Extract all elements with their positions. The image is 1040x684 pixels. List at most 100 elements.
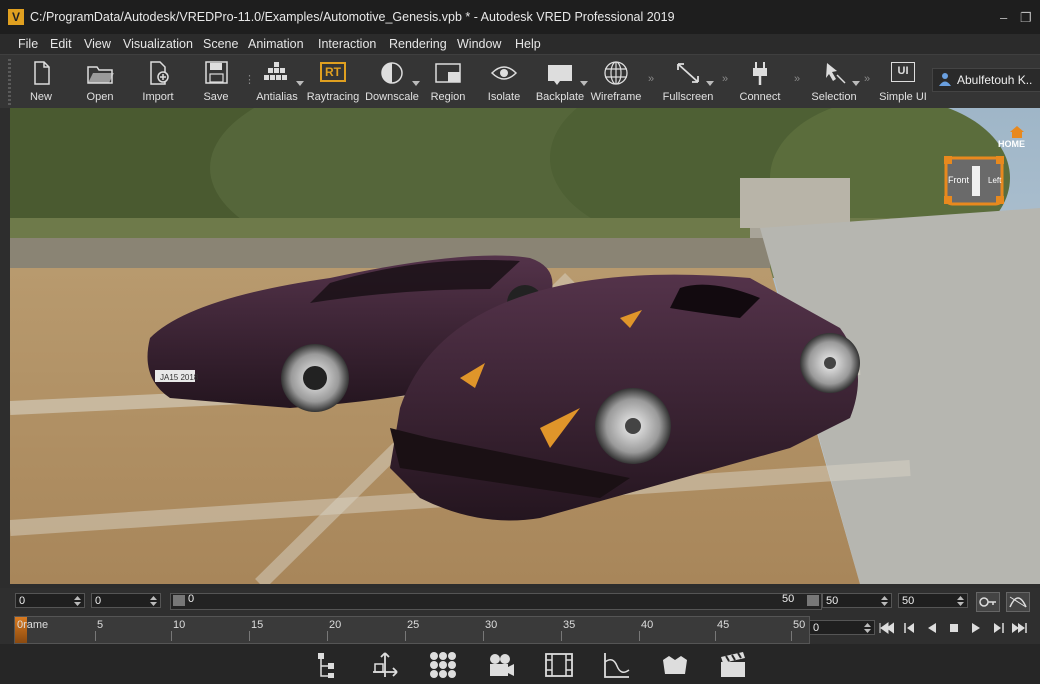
backplate-label: Backplate (535, 91, 585, 103)
viewcube-home-button[interactable]: HOME (998, 126, 1038, 152)
menu-interaction[interactable]: Interaction (318, 37, 376, 51)
simple-ui-label: Simple UI (879, 91, 927, 103)
play-reverse-icon[interactable] (924, 622, 940, 634)
title-bar: V C:/ProgramData/Autodesk/VREDPro-11.0/E… (0, 0, 1040, 34)
scenegraph-icon[interactable] (312, 650, 342, 680)
slider-end-value: 50 (782, 593, 795, 605)
spin-arrows-icon[interactable] (150, 596, 157, 606)
open-button[interactable]: Open (78, 55, 122, 108)
ruler-tick (405, 631, 406, 641)
spin-arrows-icon[interactable] (74, 596, 81, 606)
slider-end-handle[interactable] (807, 595, 819, 606)
backplate-dropdown-icon[interactable] (580, 81, 588, 86)
wireframe-globe-icon (604, 61, 628, 85)
selection-button[interactable]: Selection (806, 55, 862, 108)
menu-scene[interactable]: Scene (203, 37, 238, 51)
menu-file[interactable]: File (18, 37, 38, 51)
play-icon[interactable] (968, 622, 984, 634)
save-button[interactable]: Save (196, 55, 236, 108)
region-button[interactable]: Region (426, 55, 470, 108)
menu-window[interactable]: Window (457, 37, 501, 51)
import-button[interactable]: Import (136, 55, 180, 108)
step-back-icon[interactable] (902, 622, 918, 634)
connect-button[interactable]: Connect (736, 55, 784, 108)
new-button[interactable]: New (20, 55, 62, 108)
total-frames-spinbox[interactable]: 50 (898, 593, 968, 608)
curve-editor-icon[interactable] (602, 650, 632, 680)
frame-ruler[interactable]: 0rame 5 10 15 20 25 30 35 40 45 50 (14, 616, 810, 644)
backplate-button[interactable]: Backplate (532, 55, 588, 108)
wireframe-button[interactable]: Wireframe (588, 55, 644, 108)
scene-render: JA15 2018 (10, 108, 1040, 584)
spin-arrows-icon[interactable] (881, 596, 888, 606)
simple-ui-button[interactable]: UI Simple UI (876, 55, 930, 108)
antialias-dropdown-icon[interactable] (296, 81, 304, 86)
transform-icon[interactable] (370, 650, 400, 680)
curve-button[interactable] (1006, 592, 1030, 612)
playback-frame-spinbox[interactable]: 0 (809, 620, 875, 635)
menu-animation[interactable]: Animation (248, 37, 304, 51)
spin-arrows-icon[interactable] (864, 623, 871, 633)
selection-dropdown-icon[interactable] (852, 81, 860, 86)
downscale-circle-icon (381, 62, 403, 84)
ruler-tick (791, 631, 792, 641)
user-account[interactable]: Abulfetouh K.. (932, 68, 1040, 92)
slider-start-value: 0 (188, 593, 195, 605)
frame-range-slider[interactable] (170, 593, 822, 610)
simple-ui-icon: UI (891, 62, 915, 82)
new-label: New (29, 91, 52, 103)
window-title: C:/ProgramData/Autodesk/VREDPro-11.0/Exa… (30, 10, 675, 24)
clips-icon[interactable] (544, 650, 574, 680)
ruler-tick (561, 631, 562, 641)
go-to-start-icon[interactable] (878, 622, 894, 634)
isolate-button[interactable]: Isolate (484, 55, 524, 108)
end-frame-spinbox[interactable]: 50 (822, 593, 892, 608)
spin-arrows-icon[interactable] (957, 596, 964, 606)
go-to-end-icon[interactable] (1012, 622, 1028, 634)
raytracing-rt-icon: RT (320, 62, 346, 82)
toolbar-chevron: » (864, 73, 870, 85)
import-label: Import (142, 91, 174, 103)
save-label: Save (203, 91, 229, 103)
ruler-tick (715, 631, 716, 641)
raytracing-button[interactable]: RT Raytracing (306, 55, 360, 108)
variants-icon[interactable] (660, 650, 690, 680)
menu-visualization[interactable]: Visualization (123, 37, 193, 51)
restore-button[interactable]: ❐ (1020, 10, 1032, 26)
selection-cursor-icon (826, 63, 846, 84)
start-frame-value: 0 (19, 595, 26, 607)
slider-start-handle[interactable] (173, 595, 185, 606)
ruler-tick (249, 631, 250, 641)
key-button[interactable] (976, 592, 1000, 612)
toolbar-chevron: » (794, 73, 800, 85)
menu-rendering[interactable]: Rendering (389, 37, 447, 51)
start-frame-spinbox[interactable]: 0 (15, 593, 85, 608)
menu-bar: File Edit View Visualization Scene Anima… (0, 34, 1040, 54)
menu-edit[interactable]: Edit (50, 37, 72, 51)
step-forward-icon[interactable] (990, 622, 1006, 634)
minimize-button[interactable]: – (1000, 10, 1007, 25)
ruler-tick (483, 631, 484, 641)
antialias-button[interactable]: Antialias (252, 55, 304, 108)
materials-icon[interactable] (428, 650, 458, 680)
render-viewport[interactable]: JA15 2018 HOME Front Left (10, 108, 1040, 584)
stop-icon[interactable] (946, 622, 962, 634)
current-frame-spinbox[interactable]: 0 (91, 593, 161, 608)
backplate-icon (548, 65, 572, 85)
toolbar-grip[interactable] (8, 59, 11, 105)
ruler-label: 20 (329, 619, 342, 631)
ruler-label: 35 (563, 619, 576, 631)
menu-view[interactable]: View (84, 37, 111, 51)
menu-help[interactable]: Help (515, 37, 541, 51)
render-settings-icon[interactable] (718, 650, 748, 680)
fullscreen-label: Fullscreen (662, 91, 714, 103)
fullscreen-dropdown-icon[interactable] (706, 81, 714, 86)
antialias-label: Antialias (256, 91, 298, 103)
fullscreen-button[interactable]: Fullscreen (660, 55, 716, 108)
viewcube[interactable]: Front Left (944, 152, 1006, 208)
ruler-label: 45 (717, 619, 730, 631)
camera-icon[interactable] (486, 650, 516, 680)
downscale-button[interactable]: Downscale (364, 55, 420, 108)
downscale-dropdown-icon[interactable] (412, 81, 420, 86)
ruler-label: 15 (251, 619, 264, 631)
